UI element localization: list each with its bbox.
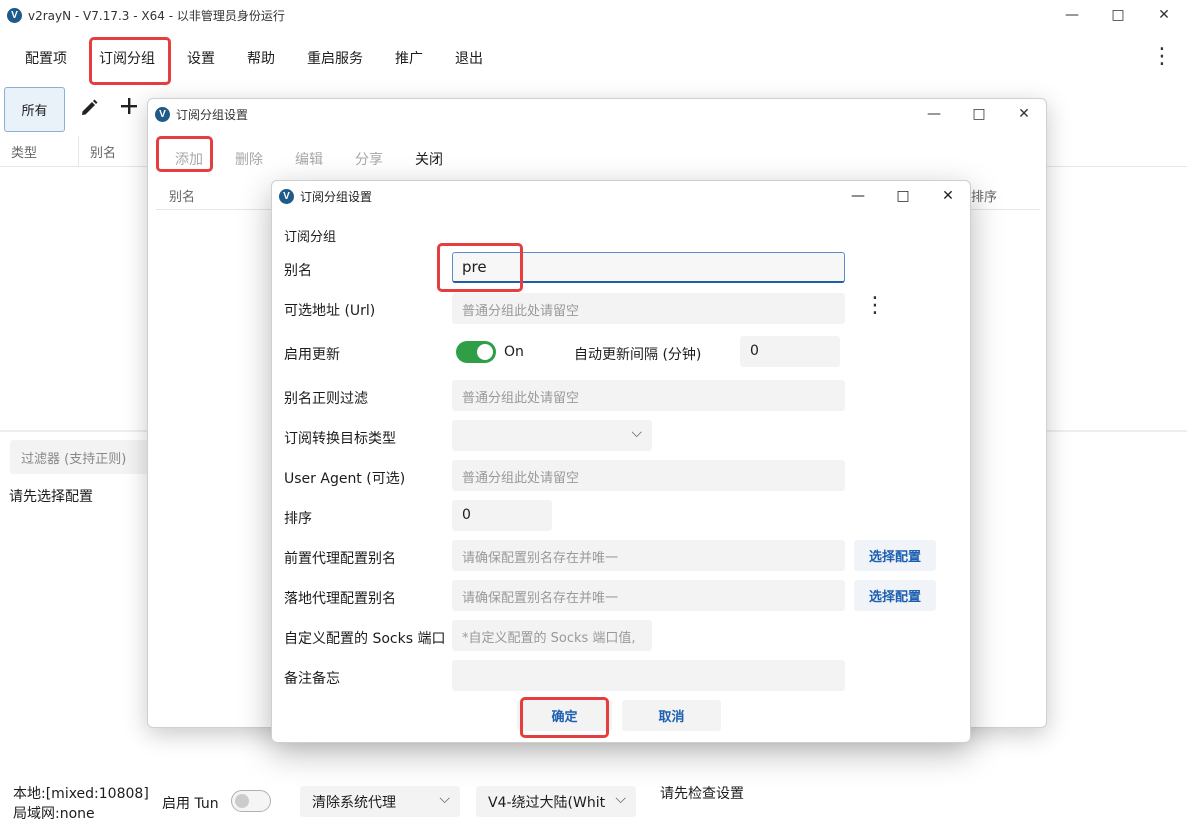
menu-settings[interactable]: 设置 <box>187 48 215 68</box>
memo-input[interactable] <box>452 660 845 691</box>
maximize-icon[interactable]: □ <box>880 181 926 211</box>
more-vert-icon[interactable]: ⋮ <box>1151 46 1173 68</box>
lan-status: 局域网:none <box>13 806 95 822</box>
main-titlebar: V v2rayN - V7.17.3 - X64 - 以非管理员身份运行 — □… <box>0 0 1187 30</box>
next-proxy-select-button[interactable]: 选择配置 <box>854 580 936 611</box>
column-divider <box>78 136 79 166</box>
enable-update-label: 启用更新 <box>284 347 340 363</box>
section-heading: 订阅分组 <box>284 230 337 245</box>
alias-label: 别名 <box>284 263 312 279</box>
system-proxy-select[interactable]: 清除系统代理 ⌵ <box>300 786 460 817</box>
alias-filter-label: 别名正则过滤 <box>284 391 368 407</box>
enable-update-state: On <box>504 344 524 360</box>
column-alias[interactable]: 别名 <box>90 142 116 161</box>
sub-group-edit-dialog: V 订阅分组设置 — □ ✕ 订阅分组 别名 pre 可选地址 (Url) 普通… <box>271 180 971 743</box>
prev-proxy-select-button[interactable]: 选择配置 <box>854 540 936 571</box>
menu-exit[interactable]: 退出 <box>455 48 483 68</box>
maximize-icon[interactable]: □ <box>956 99 1002 129</box>
close-icon[interactable]: ✕ <box>1141 0 1187 30</box>
ok-button[interactable]: 确定 <box>517 700 612 731</box>
column-alias[interactable]: 别名 <box>169 186 195 205</box>
check-settings-hint: 请先检查设置 <box>660 786 744 802</box>
minimize-icon[interactable]: — <box>835 181 881 211</box>
user-agent-input[interactable]: 普通分组此处请留空 <box>452 460 845 491</box>
minimize-icon[interactable]: — <box>1049 0 1095 30</box>
routing-value: V4-绕过大陆(Whit <box>488 795 606 811</box>
v2rayn-logo-icon: V <box>155 106 170 122</box>
chevron-down-icon: ⌵ <box>439 791 450 807</box>
url-input[interactable]: 普通分组此处请留空 <box>452 293 845 324</box>
socks-port-label: 自定义配置的 Socks 端口 <box>284 631 446 647</box>
column-type[interactable]: 类型 <box>11 142 37 161</box>
select-config-hint: 请先选择配置 <box>9 489 93 505</box>
tun-toggle[interactable] <box>231 790 271 812</box>
local-port-status: 本地:[mixed:10808] <box>13 786 149 802</box>
minimize-icon[interactable]: — <box>911 99 957 129</box>
convert-target-select[interactable]: ⌵ <box>452 420 652 451</box>
column-sort[interactable]: 排序 <box>971 186 997 205</box>
system-proxy-value: 清除系统代理 <box>312 795 396 811</box>
edit-button[interactable]: 编辑 <box>295 149 323 169</box>
dialog-title: 订阅分组设置 <box>300 189 373 204</box>
group-tab-all[interactable]: 所有 <box>4 87 65 132</box>
memo-label: 备注备忘 <box>284 671 340 687</box>
alias-input[interactable]: pre <box>452 252 845 283</box>
close-icon[interactable]: ✕ <box>1001 99 1047 129</box>
chevron-down-icon: ⌵ <box>631 425 642 441</box>
filter-input[interactable]: 过滤器 (支持正则) <box>10 440 150 474</box>
prev-proxy-input[interactable]: 请确保配置别名存在并唯一 <box>452 540 845 571</box>
alias-filter-input[interactable]: 普通分组此处请留空 <box>452 380 845 411</box>
user-agent-label: User Agent (可选) <box>284 471 406 487</box>
share-button[interactable]: 分享 <box>355 149 383 169</box>
v2rayn-logo-icon: V <box>7 7 22 23</box>
edit-pencil-icon[interactable] <box>79 98 99 118</box>
sort-label: 排序 <box>284 511 312 527</box>
enable-update-toggle[interactable] <box>456 341 496 363</box>
maximize-icon[interactable]: □ <box>1095 0 1141 30</box>
add-plus-icon[interactable] <box>119 95 139 117</box>
more-vert-icon[interactable]: ⋮ <box>864 295 886 317</box>
menu-promotion[interactable]: 推广 <box>395 48 423 68</box>
delete-button[interactable]: 删除 <box>235 149 263 169</box>
menu-help[interactable]: 帮助 <box>247 48 275 68</box>
tun-label: 启用 Tun <box>162 796 219 812</box>
next-proxy-input[interactable]: 请确保配置别名存在并唯一 <box>452 580 845 611</box>
socks-port-input[interactable]: *自定义配置的 Socks 端口值, <box>452 620 652 651</box>
sort-input[interactable]: 0 <box>452 500 552 531</box>
url-label: 可选地址 (Url) <box>284 303 376 319</box>
routing-select[interactable]: V4-绕过大陆(Whit ⌵ <box>476 786 636 817</box>
dialog-titlebar: V 订阅分组设置 — □ ✕ <box>272 181 970 211</box>
menu-restart-service[interactable]: 重启服务 <box>307 48 363 68</box>
menubar: 配置项 订阅分组 设置 帮助 重启服务 推广 退出 <box>0 40 1187 74</box>
close-icon[interactable]: ✕ <box>925 181 971 211</box>
add-button[interactable]: 添加 <box>175 149 203 169</box>
chevron-down-icon: ⌵ <box>615 791 626 807</box>
update-interval-label: 自动更新间隔 (分钟) <box>574 347 702 363</box>
sub-window-title: 订阅分组设置 <box>176 107 249 122</box>
update-interval-input[interactable]: 0 <box>740 336 840 367</box>
sub-group-titlebar: V 订阅分组设置 — □ ✕ <box>148 99 1046 129</box>
close-button[interactable]: 关闭 <box>415 149 443 169</box>
v2rayn-logo-icon: V <box>279 188 294 204</box>
menu-sub-group[interactable]: 订阅分组 <box>99 48 155 68</box>
cancel-button[interactable]: 取消 <box>622 700 721 731</box>
convert-target-label: 订阅转换目标类型 <box>284 431 396 447</box>
prev-proxy-label: 前置代理配置别名 <box>284 551 396 567</box>
window-title: v2rayN - V7.17.3 - X64 - 以非管理员身份运行 <box>28 8 285 23</box>
next-proxy-label: 落地代理配置别名 <box>284 591 396 607</box>
menu-profiles[interactable]: 配置项 <box>25 48 67 68</box>
